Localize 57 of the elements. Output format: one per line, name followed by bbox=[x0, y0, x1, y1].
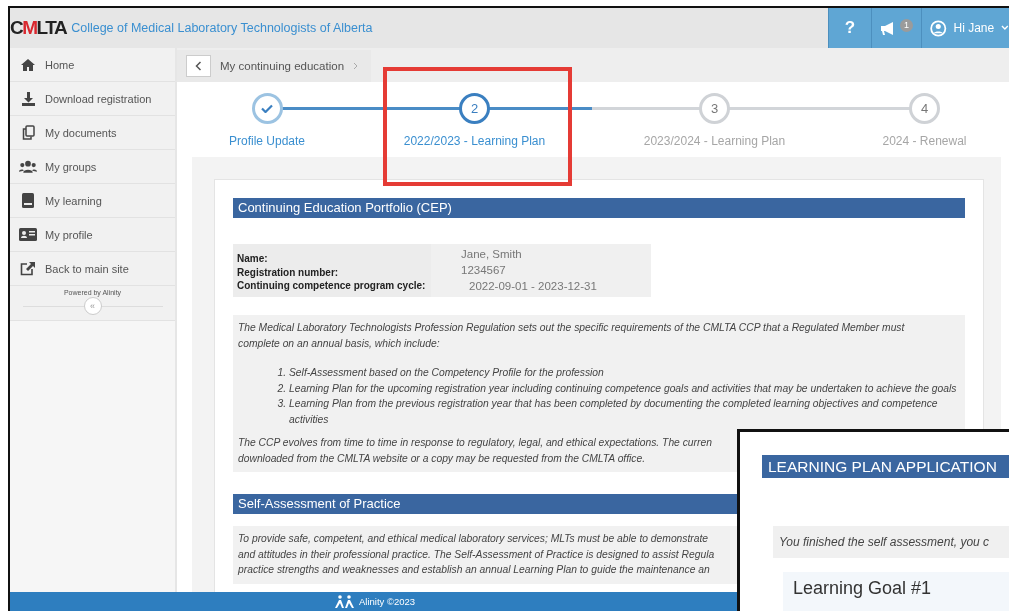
list-item-text: Learning Plan from the previous registration year that has been completed by documenting the completed learning objectives and competence activities bbox=[289, 397, 939, 427]
list-item-text: Learning Plan for the upcoming registration year including continuing competence goals and activities that may be undertaken to achieve the goals bbox=[289, 381, 958, 396]
field-label: Continuing competence program cycle: bbox=[237, 279, 427, 293]
step-circle[interactable]: 2 bbox=[459, 93, 490, 124]
id-card-icon bbox=[19, 228, 37, 241]
field-value: Jane, Smith bbox=[461, 247, 523, 262]
description-paragraph: To provide safe, competent, and ethical medical laboratory services; MLTs must be able to demonstrate and attitudes in their professional practice. The Self-Assessment of Practice is designed to assist Regula practice strengths and weaknesses and establish an annual Learning Plan to guide the maintenance an bbox=[238, 532, 715, 577]
breadcrumb-link[interactable]: My continuing education bbox=[220, 60, 345, 72]
sidebar-item[interactable]: My profile bbox=[10, 218, 175, 252]
goal-title: Learning Goal #1 bbox=[793, 578, 932, 598]
list-item-text: Self-Assessment based on the Competency Profile for the profession bbox=[289, 366, 605, 380]
sidebar-item[interactable]: My learning bbox=[10, 184, 175, 218]
inset-heading: LEARNING PLAN APPLICATION bbox=[762, 455, 1009, 478]
groups-icon bbox=[19, 160, 37, 173]
user-icon bbox=[930, 19, 947, 37]
check-icon bbox=[261, 104, 273, 113]
step-label[interactable]: 2024 - Renewal bbox=[882, 134, 967, 148]
external-link-icon bbox=[20, 261, 36, 276]
user-menu-button[interactable]: Hi Jane bbox=[921, 8, 1009, 48]
sidebar-item[interactable]: Download registration bbox=[10, 82, 175, 116]
sidebar-item[interactable]: My documents bbox=[10, 116, 175, 150]
step-circle[interactable] bbox=[251, 93, 283, 124]
field-value: 2022-09-01 - 2023-12-31 bbox=[468, 279, 598, 294]
chevron-right-icon bbox=[353, 62, 359, 70]
sidebar-item[interactable]: Back to main site bbox=[10, 252, 175, 286]
help-button[interactable]: ? bbox=[828, 8, 871, 48]
home-icon bbox=[20, 57, 36, 72]
step-label[interactable]: Profile Update bbox=[228, 134, 305, 148]
field-label: Name: bbox=[237, 252, 269, 266]
download-icon bbox=[20, 91, 36, 106]
figures-logo-icon bbox=[333, 595, 356, 608]
closing-paragraph: The CCP evolves from time to time in response to regulatory, legal, and ethical expectations. The curren downloaded from the CMLTA website or a copy may be requested from the CMLTA office. bbox=[238, 436, 712, 466]
step-circle[interactable]: 3 bbox=[699, 93, 730, 124]
step-label[interactable]: 2022/2023 - Learning Plan bbox=[403, 134, 546, 148]
message-text: You finished the self assessment, you c bbox=[779, 535, 990, 549]
notification-badge: 1 bbox=[900, 18, 913, 32]
documents-icon bbox=[21, 125, 35, 140]
list-number: 1. bbox=[276, 366, 286, 380]
sidebar-item[interactable]: Home bbox=[10, 48, 175, 82]
chevron-down-icon bbox=[1001, 25, 1009, 31]
collapse-sidebar-button[interactable]: « bbox=[83, 297, 102, 315]
step-circle[interactable]: 4 bbox=[909, 93, 940, 124]
chevron-left-icon bbox=[195, 61, 202, 71]
notifications-button[interactable]: 1 bbox=[871, 8, 921, 48]
section-heading: Continuing Education Portfolio (CEP) bbox=[233, 198, 965, 218]
book-icon bbox=[22, 193, 34, 208]
organization-title: College of Medical Laboratory Technologists of Alberta bbox=[71, 21, 373, 35]
copyright-text: Alinity ©2023 bbox=[358, 596, 416, 607]
step-label[interactable]: 2023/2024 - Learning Plan bbox=[643, 134, 786, 148]
list-number: 3. bbox=[276, 397, 286, 411]
intro-paragraph: The Medical Laboratory Technologists Profession Regulation sets out the specific requirements of the CMLTA CCP that a Regulated Member must complete on an annual basis, which include: bbox=[238, 321, 905, 351]
list-number: 2. bbox=[276, 381, 286, 396]
field-label: Registration number: bbox=[237, 265, 340, 279]
sidebar-item[interactable]: My groups bbox=[10, 150, 175, 184]
field-value: 1234567 bbox=[461, 263, 507, 278]
logo[interactable]: CMLTA bbox=[10, 17, 70, 39]
back-button[interactable] bbox=[186, 55, 211, 77]
